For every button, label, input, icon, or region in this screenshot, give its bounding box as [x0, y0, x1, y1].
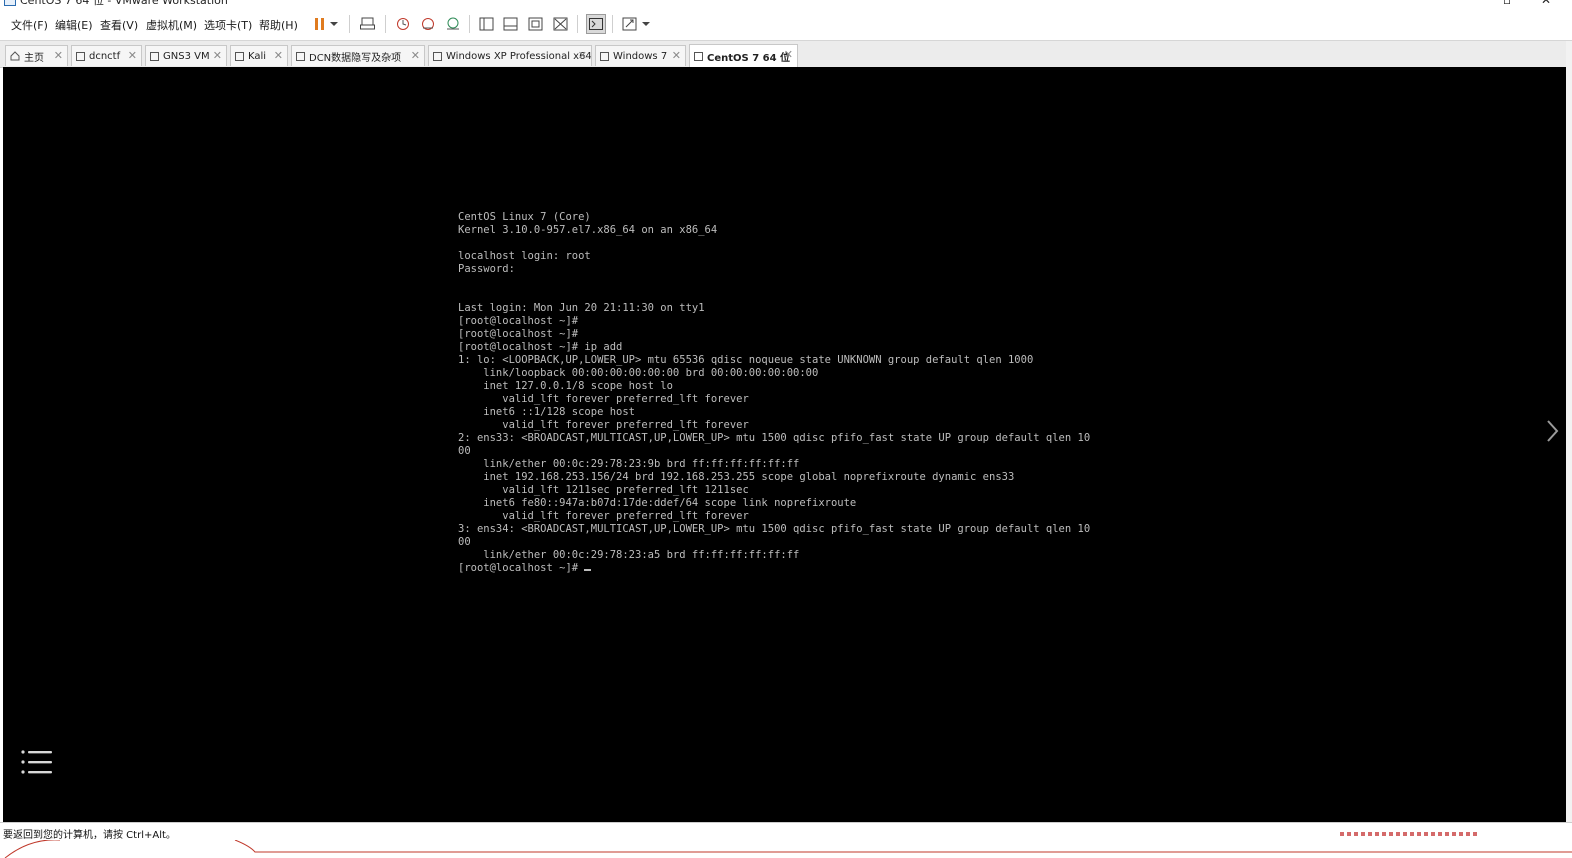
- title-bar: CentOS 7 64 位 - VMware Workstation ▫ ✕: [0, 0, 1572, 8]
- console-line: 2: ens33: <BROADCAST,MULTICAST,UP,LOWER_…: [458, 432, 1091, 444]
- device-status-icons[interactable]: [1340, 832, 1540, 838]
- bottom-edge: [0, 840, 1572, 858]
- vm-icon: [235, 51, 244, 61]
- vm-icon: [694, 51, 703, 61]
- home-icon: [10, 51, 20, 61]
- tab-windows-xp[interactable]: Windows XP Professional x64 ... ✕: [428, 45, 592, 66]
- console-line: inet6 ::1/128 scope host: [458, 406, 636, 418]
- vm-icon: [600, 51, 609, 61]
- tab-label: DCN数据隐写及杂项: [309, 52, 402, 64]
- console-line: link/ether 00:0c:29:78:23:a5 brd ff:ff:f…: [458, 549, 800, 561]
- unity-icon[interactable]: [551, 14, 571, 34]
- tab-label: Windows XP Professional x64 ...: [446, 50, 591, 62]
- menu-tabs[interactable]: 选项卡(T): [204, 17, 252, 33]
- status-text: 要返回到您的计算机，请按 Ctrl+Alt。: [3, 830, 176, 841]
- send-ctrl-alt-del-icon[interactable]: [358, 14, 378, 34]
- menu-vm[interactable]: 虚拟机(M): [146, 17, 197, 33]
- console-line: [root@localhost ~]# ip add: [458, 341, 623, 353]
- right-gutter: [1566, 41, 1572, 822]
- close-tab-icon[interactable]: ✕: [411, 49, 420, 62]
- console-line: link/ether 00:0c:29:78:23:9b brd ff:ff:f…: [458, 458, 800, 470]
- console-line: inet6 fe80::947a:b07d:17de:ddef/64 scope…: [458, 497, 857, 509]
- revert-snapshot-icon[interactable]: [418, 14, 438, 34]
- close-window-icon[interactable]: ✕: [1541, 0, 1551, 7]
- console-line: 00: [458, 536, 471, 548]
- console-line: valid_lft 1211sec preferred_lft 1211sec: [458, 484, 749, 496]
- thumbnail-bar-icon[interactable]: [501, 14, 521, 34]
- vm-icon: [150, 51, 159, 61]
- vm-console-screen[interactable]: CentOS Linux 7 (Core) Kernel 3.10.0-957.e…: [3, 67, 1566, 822]
- text-cursor: [584, 569, 592, 571]
- console-line: 1: lo: <LOOPBACK,UP,LOWER_UP> mtu 65536 …: [458, 354, 1034, 366]
- vm-icon: [433, 51, 442, 61]
- show-library-icon[interactable]: [477, 14, 497, 34]
- close-tab-icon[interactable]: ✕: [274, 49, 283, 62]
- menu-toolbar-bar: 文件(F) 编辑(E) 查看(V) 虚拟机(M) 选项卡(T) 帮助(H): [0, 8, 1572, 41]
- close-tab-icon[interactable]: ✕: [213, 49, 222, 62]
- vm-icon: [296, 51, 305, 61]
- vmware-app-icon: [4, 0, 16, 6]
- console-line: Kernel 3.10.0-957.el7.x86_64 on an x86_6…: [458, 224, 718, 236]
- menu-view[interactable]: 查看(V): [100, 17, 138, 33]
- stretch-guest-icon[interactable]: [620, 14, 640, 34]
- tab-kali[interactable]: Kali ✕: [230, 45, 288, 66]
- tab-gns3-vm[interactable]: GNS3 VM ✕: [145, 45, 227, 66]
- tab-windows-7[interactable]: Windows 7 ✕: [595, 45, 686, 66]
- console-line: Password:: [458, 263, 515, 275]
- snapshot-manager-icon[interactable]: [443, 14, 463, 34]
- console-line: valid_lft forever preferred_lft forever: [458, 510, 749, 522]
- console-line: valid_lft forever preferred_lft forever: [458, 419, 749, 431]
- tab-home[interactable]: 主页 ✕: [5, 45, 68, 66]
- console-line: inet 127.0.0.1/8 scope host lo: [458, 380, 673, 392]
- console-line: Last login: Mon Jun 20 21:11:30 on tty1: [458, 302, 705, 314]
- console-line: valid_lft forever preferred_lft forever: [458, 393, 749, 405]
- console-view-icon[interactable]: [586, 14, 606, 34]
- console-line: [root@localhost ~]#: [458, 315, 579, 327]
- chevron-right-icon[interactable]: [1541, 418, 1563, 444]
- pause-icon[interactable]: [310, 14, 330, 34]
- snapshot-icon[interactable]: [393, 14, 413, 34]
- dropdown-icon[interactable]: [328, 14, 340, 34]
- decorative-curve: [4, 840, 1572, 858]
- close-tab-icon[interactable]: ✕: [672, 49, 681, 62]
- tab-dcnctf[interactable]: dcnctf ✕: [71, 45, 142, 66]
- status-bar: 要返回到您的计算机，请按 Ctrl+Alt。: [0, 822, 1572, 841]
- tab-strip: 主页 ✕ dcnctf ✕ GNS3 VM ✕ Kali ✕ DCN数据隐写及杂…: [0, 41, 1572, 68]
- console-line: link/loopback 00:00:00:00:00:00 brd 00:0…: [458, 367, 819, 379]
- close-tab-icon[interactable]: ✕: [54, 49, 63, 62]
- console-line: CentOS Linux 7 (Core): [458, 211, 591, 223]
- vm-icon: [76, 51, 85, 61]
- full-screen-icon[interactable]: [526, 14, 546, 34]
- menu-help[interactable]: 帮助(H): [259, 17, 298, 33]
- list-menu-icon[interactable]: [18, 744, 60, 786]
- tab-dcn-stego[interactable]: DCN数据隐写及杂项 ✕: [291, 45, 425, 66]
- menu-file[interactable]: 文件(F): [11, 17, 48, 33]
- window-title: CentOS 7 64 位 - VMware Workstation: [20, 0, 228, 7]
- console-line: localhost login: root: [458, 250, 591, 262]
- console-line: 00: [458, 445, 471, 457]
- console-line: inet 192.168.253.156/24 brd 192.168.253.…: [458, 471, 1015, 483]
- shell-prompt: [root@localhost ~]#: [458, 562, 585, 574]
- close-tab-icon[interactable]: ✕: [784, 48, 793, 61]
- stretch-dropdown-icon[interactable]: [640, 14, 652, 34]
- console-line: 3: ens34: <BROADCAST,MULTICAST,UP,LOWER_…: [458, 523, 1091, 535]
- tab-centos-7[interactable]: CentOS 7 64 位 ✕: [689, 44, 798, 67]
- console-prompt-line[interactable]: [root@localhost ~]#: [458, 562, 1090, 575]
- restore-window-icon[interactable]: ▫: [1503, 0, 1511, 7]
- close-tab-icon[interactable]: ✕: [128, 49, 137, 62]
- close-tab-icon[interactable]: ✕: [578, 49, 587, 62]
- terminal-output: CentOS Linux 7 (Core) Kernel 3.10.0-957.e…: [458, 211, 1090, 575]
- menu-edit[interactable]: 编辑(E): [55, 17, 93, 33]
- console-line: [root@localhost ~]#: [458, 328, 579, 340]
